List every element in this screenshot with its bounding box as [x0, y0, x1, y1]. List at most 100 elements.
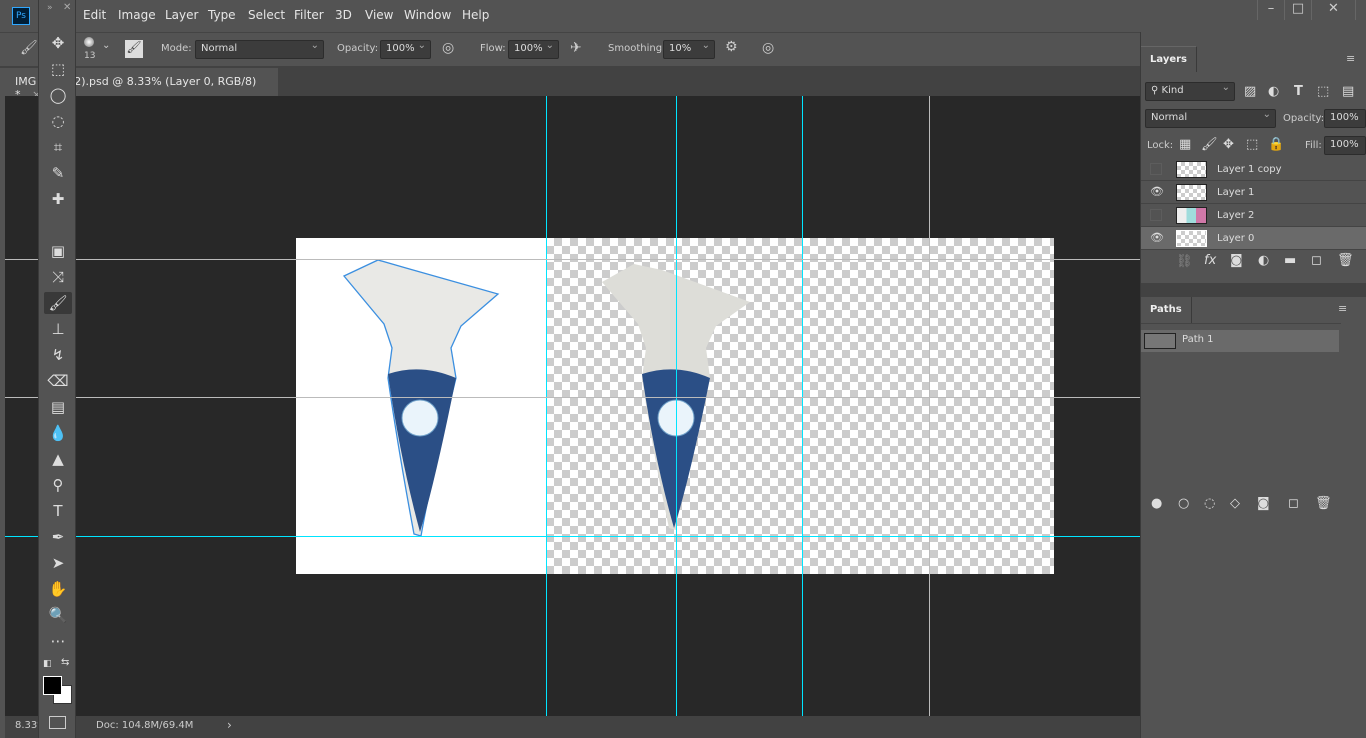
- layer-row[interactable]: Layer 1 copy: [1141, 158, 1366, 181]
- load-selection-icon[interactable]: ◌: [1204, 496, 1215, 511]
- opacity-input[interactable]: 100%: [380, 40, 431, 59]
- layer-row[interactable]: Layer 2: [1141, 204, 1366, 227]
- chevron-down-icon[interactable]: ⌄: [102, 40, 110, 51]
- type-filter-icon[interactable]: T: [1294, 84, 1303, 99]
- collapse-icon[interactable]: »: [47, 3, 53, 13]
- menu-3d[interactable]: 3D: [335, 8, 352, 22]
- close-button[interactable]: ✕: [1311, 0, 1356, 20]
- menu-image[interactable]: Image: [118, 8, 156, 22]
- status-menu-arrow[interactable]: ›: [227, 718, 232, 732]
- brush-tool-icon[interactable]: 🖌: [44, 292, 72, 314]
- panel-menu-icon[interactable]: ≡: [1346, 52, 1355, 65]
- lock-position-icon[interactable]: ✥: [1223, 137, 1234, 152]
- marquee-tool-icon[interactable]: ⬚: [44, 58, 72, 80]
- default-colors-icon[interactable]: ◧: [43, 659, 52, 669]
- flow-input[interactable]: 100%: [508, 40, 559, 59]
- maximize-button[interactable]: □: [1284, 0, 1311, 20]
- blur-tool-icon[interactable]: 💧: [44, 422, 72, 444]
- smoothing-input[interactable]: 10%: [663, 40, 715, 59]
- new-layer-icon[interactable]: ◻: [1311, 253, 1322, 268]
- menu-type[interactable]: Type: [208, 8, 236, 22]
- brush-preset-icon[interactable]: 🖌: [20, 40, 38, 56]
- eye-icon[interactable]: 👁: [1150, 231, 1164, 245]
- brush-tip-icon[interactable]: [84, 37, 94, 47]
- crop-tool-icon[interactable]: ⌗: [44, 136, 72, 158]
- menu-select[interactable]: Select: [248, 8, 285, 22]
- lock-all-icon[interactable]: 🔒: [1268, 137, 1284, 152]
- layer-opacity-input[interactable]: 100%: [1324, 109, 1366, 128]
- pen-tool-icon[interactable]: ✒: [44, 526, 72, 548]
- quick-selection-tool-icon[interactable]: ◌: [44, 110, 72, 132]
- layer-row-selected[interactable]: 👁 Layer 0: [1141, 227, 1366, 250]
- menu-window[interactable]: Window: [404, 8, 451, 22]
- layers-tab[interactable]: Layers: [1141, 46, 1197, 72]
- eye-icon[interactable]: 👁: [1150, 185, 1164, 199]
- add-mask-icon[interactable]: ◙: [1230, 253, 1243, 268]
- healing-brush-tool-icon[interactable]: ✚: [44, 188, 72, 210]
- pressure-size-icon[interactable]: ◎: [762, 40, 774, 56]
- airbrush-icon[interactable]: ✈: [570, 40, 582, 56]
- blend-mode-select[interactable]: Normal: [1145, 109, 1276, 128]
- layer-row[interactable]: 👁 Layer 1: [1141, 181, 1366, 204]
- adjustment-filter-icon[interactable]: ◐: [1268, 84, 1279, 99]
- add-mask-icon[interactable]: ◙: [1257, 496, 1270, 511]
- lasso-tool-icon[interactable]: ◯: [44, 84, 72, 106]
- eyedropper-tool-icon[interactable]: ✎: [44, 162, 72, 184]
- delete-layer-icon[interactable]: 🗑: [1337, 253, 1354, 268]
- path-row[interactable]: Path 1: [1141, 330, 1339, 352]
- paths-menu-icon[interactable]: ≡: [1338, 302, 1347, 315]
- fill-input[interactable]: 100%: [1324, 136, 1366, 155]
- adjustment-layer-icon[interactable]: ◐: [1258, 253, 1269, 268]
- close-panel-icon[interactable]: ✕: [63, 2, 71, 13]
- fx-icon[interactable]: fx: [1204, 253, 1216, 268]
- vertical-guide[interactable]: [546, 96, 547, 716]
- gradient-tool-icon[interactable]: ▤: [44, 396, 72, 418]
- gear-icon[interactable]: ⚙: [725, 39, 738, 55]
- shape-filter-icon[interactable]: ⬚: [1317, 84, 1329, 99]
- lock-transparent-icon[interactable]: ▦: [1179, 137, 1191, 152]
- vertical-guide[interactable]: [802, 96, 803, 716]
- lock-artboard-icon[interactable]: ⬚: [1246, 137, 1258, 152]
- eraser-tool-icon[interactable]: ⌫: [44, 370, 72, 392]
- hand-tool-icon[interactable]: ✋: [44, 578, 72, 600]
- dodge-tool-icon[interactable]: ⚲: [44, 474, 72, 496]
- history-brush-tool-icon[interactable]: ↯: [44, 344, 72, 366]
- layer-filter-kind[interactable]: ⚲ Kind: [1145, 82, 1235, 101]
- content-aware-move-tool-icon[interactable]: ⤨: [44, 266, 72, 288]
- foreground-color-swatch[interactable]: [43, 676, 62, 695]
- clone-stamp-tool-icon[interactable]: ⊥: [44, 318, 72, 340]
- swap-colors-icon[interactable]: ⇆: [61, 657, 69, 668]
- horizontal-guide[interactable]: [5, 259, 1140, 260]
- pixel-filter-icon[interactable]: ▨: [1244, 84, 1256, 99]
- mode-select[interactable]: Normal: [195, 40, 324, 59]
- menu-view[interactable]: View: [365, 8, 393, 22]
- pressure-opacity-icon[interactable]: ◎: [442, 40, 454, 56]
- zoom-tool-icon[interactable]: 🔍: [44, 604, 72, 626]
- brush-panel-toggle-icon[interactable]: 🖌: [125, 40, 143, 58]
- type-tool-icon[interactable]: T: [44, 500, 72, 522]
- visibility-toggle-off[interactable]: [1150, 209, 1162, 221]
- quick-mask-icon[interactable]: [49, 716, 66, 729]
- menu-edit[interactable]: Edit: [83, 8, 106, 22]
- lock-image-icon[interactable]: 🖌: [1201, 137, 1218, 152]
- vertical-guide[interactable]: [929, 96, 930, 716]
- link-layers-icon[interactable]: ⛓: [1176, 254, 1193, 269]
- shape-tool-icon[interactable]: ▲: [44, 448, 72, 470]
- new-path-icon[interactable]: ◻: [1288, 496, 1299, 511]
- stroke-path-icon[interactable]: ○: [1178, 496, 1189, 511]
- move-tool-icon[interactable]: ✥: [44, 32, 72, 54]
- smart-object-filter-icon[interactable]: ▤: [1342, 84, 1354, 99]
- paths-tab[interactable]: Paths: [1141, 297, 1192, 323]
- delete-path-icon[interactable]: 🗑: [1315, 496, 1332, 511]
- visibility-toggle-off[interactable]: [1150, 163, 1162, 175]
- more-tools-icon[interactable]: ⋯: [44, 630, 72, 652]
- menu-layer[interactable]: Layer: [165, 8, 198, 22]
- new-group-icon[interactable]: ▬: [1284, 253, 1296, 268]
- menu-filter[interactable]: Filter: [294, 8, 324, 22]
- menu-help[interactable]: Help: [462, 8, 489, 22]
- path-selection-tool-icon[interactable]: ➤: [44, 552, 72, 574]
- vertical-guide[interactable]: [676, 96, 677, 716]
- fill-path-icon[interactable]: ●: [1151, 496, 1162, 511]
- minimize-button[interactable]: –: [1257, 0, 1284, 20]
- make-work-path-icon[interactable]: ◇: [1230, 496, 1240, 511]
